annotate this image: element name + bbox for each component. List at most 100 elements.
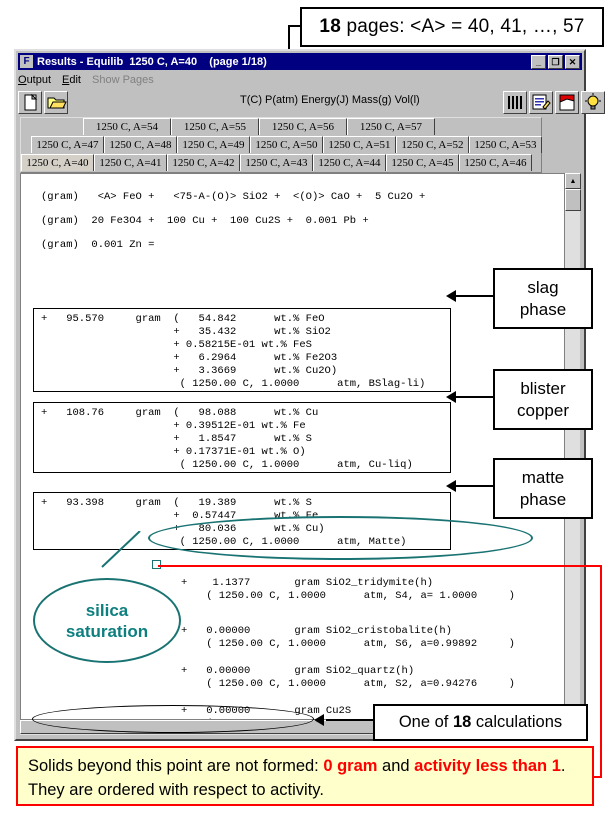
blister-copper-callout: blister copper	[493, 369, 593, 430]
slag-phase-callout: slag phase	[493, 268, 593, 329]
reactant-a-ellipse	[32, 705, 314, 733]
solid-line-5: + 0.00000 gram SiO2_quartz(h)	[181, 665, 415, 677]
tab-label: 1250 C, A=55	[183, 121, 247, 133]
maximize-icon[interactable]: ❐	[548, 54, 563, 69]
blister-line-2: + 0.39512E-01 wt.% Fe	[41, 420, 306, 432]
tab-label: 1250 C, A=42	[172, 157, 235, 169]
slag-line-6: ( 1250.00 C, 1.0000 atm, BSlag-li)	[41, 378, 426, 390]
note-activity-less-than-one: activity less than 1	[414, 757, 561, 775]
lightbulb-icon[interactable]	[581, 91, 605, 114]
tab-label: 1250 C, A=51	[328, 139, 391, 151]
tab-1250-c-a-51[interactable]: 1250 C, A=51	[323, 136, 396, 153]
notepad-edit-icon[interactable]	[529, 91, 553, 114]
tab-label: 1250 C, A=40	[26, 157, 89, 169]
page-tabs: 1250 C, A=54 1250 C, A=55 1250 C, A=56 1250…	[20, 117, 542, 173]
tab-label: 1250 C, A=57	[359, 121, 423, 133]
tab-1250-c-a-43[interactable]: 1250 C, A=43	[240, 154, 313, 171]
window-controls: _ ❐ ✕	[531, 54, 580, 69]
solid-line-1: + 1.1377 gram SiO2_tridymite(h)	[181, 577, 434, 589]
tab-1250-c-a-45[interactable]: 1250 C, A=45	[386, 154, 459, 171]
matte-phase-callout-line2: phase	[519, 489, 567, 509]
tab-1250-c-a-41[interactable]: 1250 C, A=41	[94, 154, 167, 171]
slag-phase-callout-line1: slag	[527, 277, 559, 297]
pages-callout-text: pages: <A> = 40, 41, …, 57	[340, 16, 585, 37]
blister-copper-arrowhead	[446, 391, 456, 403]
tab-label: 1250 C, A=50	[255, 139, 318, 151]
blister-line-1: + 108.76 gram ( 98.088 wt.% Cu	[41, 407, 319, 419]
close-icon[interactable]: ✕	[565, 54, 580, 69]
tab-label: 1250 C, A=49	[182, 139, 245, 151]
calculations-callout: One of 18 calculations	[373, 704, 588, 741]
slag-line-4: + 6.2964 wt.% Fe2O3	[41, 352, 338, 364]
calculations-callout-count: 18	[452, 713, 472, 731]
tab-1250-c-a-50[interactable]: 1250 C, A=50	[250, 136, 323, 153]
menu-output[interactable]: OOutpututput	[18, 74, 51, 86]
tab-1250-c-a-54[interactable]: 1250 C, A=54	[83, 118, 171, 135]
slag-phase-callout-line2: phase	[519, 299, 567, 319]
slag-line-5: + 3.3669 wt.% Cu2O)	[41, 365, 338, 377]
tab-1250-c-a-55[interactable]: 1250 C, A=55	[171, 118, 259, 135]
solids-cutoff-line-vertical	[600, 565, 602, 778]
silica-saturation-line1: silica	[85, 601, 129, 620]
minimize-icon[interactable]: _	[531, 54, 546, 69]
calculations-callout-arrowhead	[314, 714, 324, 726]
calculations-callout-post: calculations	[471, 713, 563, 731]
tab-label: 1250 C, A=48	[109, 139, 172, 151]
solid-line-2: ( 1250.00 C, 1.0000 atm, S4, a= 1.0000 )	[181, 590, 515, 602]
units-label: T(C) P(atm) Energy(J) Mass(g) Vol(l)	[240, 94, 420, 106]
tab-1250-c-a-46[interactable]: 1250 C, A=46	[459, 154, 532, 171]
pages-callout: 18 pages: <A> = 40, 41, …, 57	[300, 7, 604, 47]
matte-phase-leader	[455, 485, 495, 487]
tab-1250-c-a-52[interactable]: 1250 C, A=52	[396, 136, 469, 153]
tab-1250-c-a-40[interactable]: 1250 C, A=40	[21, 154, 94, 171]
tab-1250-c-a-53[interactable]: 1250 C, A=53	[469, 136, 542, 153]
tab-row-middle: 1250 C, A=47 1250 C, A=48 1250 C, A=49 1250…	[31, 136, 542, 153]
solids-not-formed-note: Solids beyond this point are not formed:…	[16, 746, 594, 806]
tab-1250-c-a-47[interactable]: 1250 C, A=47	[31, 136, 104, 153]
tab-label: 1250 C, A=54	[95, 121, 159, 133]
tab-label: 1250 C, A=44	[318, 157, 381, 169]
slag-phase-arrowhead	[446, 290, 456, 302]
vertical-scrollbar-thumb[interactable]	[565, 189, 581, 211]
tab-1250-c-a-49[interactable]: 1250 C, A=49	[177, 136, 250, 153]
toolbar: T(C) P(atm) Energy(J) Mass(g) Vol(l)	[18, 90, 605, 116]
reactant-line-1: (gram) <A> FeO + <75-A-(O)> SiO2 + <(O)>…	[41, 191, 426, 203]
slag-line-3: + 0.58215E-01 wt.% FeS	[41, 339, 312, 351]
red-document-icon[interactable]	[555, 91, 579, 114]
menu-show-pages: Show Pages	[92, 74, 154, 86]
tab-1250-c-a-48[interactable]: 1250 C, A=48	[104, 136, 177, 153]
window-titlebar: F Results - Equilib 1250 C, A=40 (page 1…	[18, 53, 582, 70]
new-document-icon[interactable]	[18, 91, 42, 114]
tab-label: 1250 C, A=53	[474, 139, 537, 151]
blister-line-3: + 1.8547 wt.% S	[41, 433, 312, 445]
app-icon: F	[20, 55, 33, 68]
tab-row-bottom: 1250 C, A=40 1250 C, A=41 1250 C, A=42 1250…	[21, 154, 532, 171]
open-folder-icon[interactable]	[44, 91, 68, 114]
tab-label: 1250 C, A=56	[271, 121, 335, 133]
tab-1250-c-a-42[interactable]: 1250 C, A=42	[167, 154, 240, 171]
vertical-scrollbar[interactable]: ▲	[564, 173, 581, 720]
matte-phase-callout: matte phase	[493, 458, 593, 519]
pages-callout-count: 18	[319, 16, 341, 37]
tab-label: 1250 C, A=41	[99, 157, 162, 169]
tab-1250-c-a-57[interactable]: 1250 C, A=57	[347, 118, 435, 135]
utensils-icon[interactable]	[503, 91, 527, 114]
note-segment-3: and	[377, 757, 415, 775]
menubar: OOutpututput Edit Show Pages	[18, 72, 165, 88]
tab-label: 1250 C, A=52	[401, 139, 464, 151]
silica-saturation-line2: saturation	[65, 622, 149, 641]
menu-edit[interactable]: Edit	[62, 74, 81, 86]
note-zero-gram: 0 gram	[323, 757, 378, 775]
slag-line-1: + 95.570 gram ( 54.842 wt.% FeO	[41, 313, 325, 325]
solid-line-3: + 0.00000 gram SiO2_cristobalite(h)	[181, 625, 452, 637]
reactant-line-3: (gram) 0.001 Zn =	[41, 239, 155, 251]
slag-line-2: + 35.432 wt.% SiO2	[41, 326, 331, 338]
scroll-up-icon[interactable]: ▲	[565, 173, 581, 189]
blister-copper-callout-line1: blister	[520, 378, 566, 398]
matte-phase-arrowhead	[446, 480, 456, 492]
tab-1250-c-a-56[interactable]: 1250 C, A=56	[259, 118, 347, 135]
tab-1250-c-a-44[interactable]: 1250 C, A=44	[313, 154, 386, 171]
solids-cutoff-line-horizontal	[158, 565, 602, 567]
blister-line-5: ( 1250.00 C, 1.0000 atm, Cu-liq)	[41, 459, 413, 471]
matte-phase-callout-line1: matte	[521, 467, 565, 487]
